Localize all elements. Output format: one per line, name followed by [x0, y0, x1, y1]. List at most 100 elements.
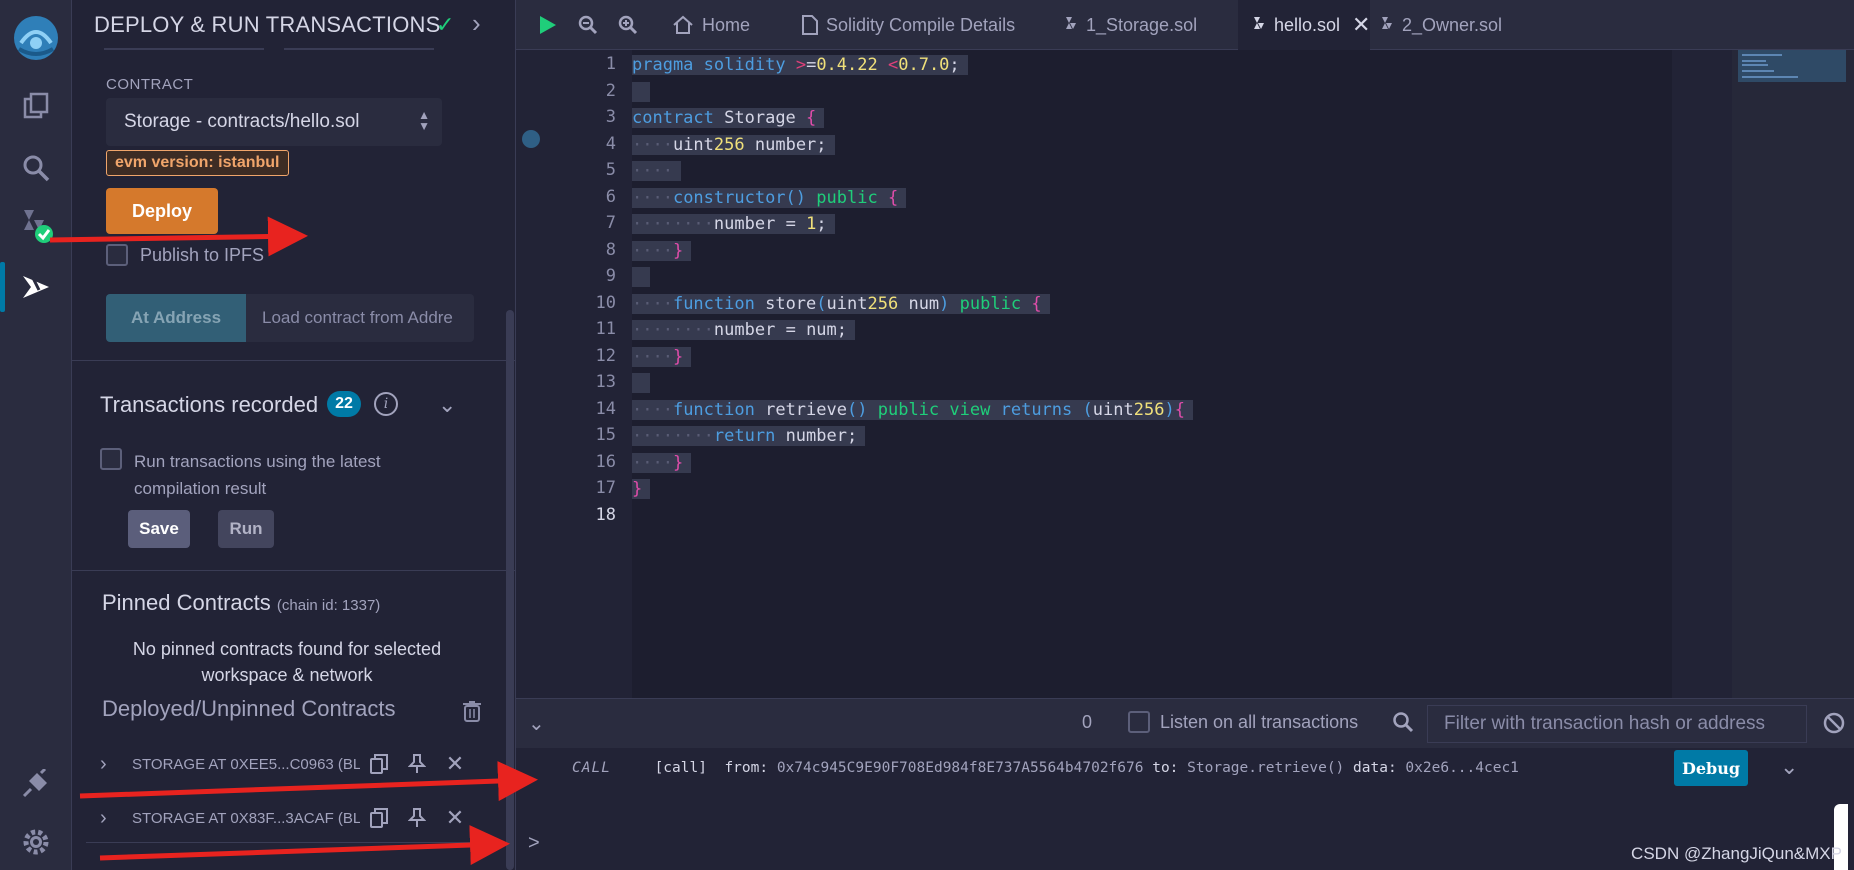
code-line-text [632, 267, 651, 287]
code-line[interactable]: ········number = num; [632, 317, 856, 343]
code-line[interactable]: ···· [632, 158, 681, 184]
close-icon[interactable]: ✕ [436, 805, 474, 831]
solidity-file-icon [1064, 15, 1078, 35]
code-line[interactable]: } [632, 476, 651, 502]
code-editor[interactable]: 1 2 3 4 5 6 7 8 9 10 11 12 13 14 15 16 17 18 pragma solid… [516, 50, 1854, 698]
deploy-run-icon[interactable] [0, 259, 72, 315]
run-script-button[interactable] [536, 0, 558, 50]
publish-ipfs-label: Publish to IPFS [140, 245, 265, 265]
line-number: 1 [605, 54, 616, 74]
deployed-contract-row[interactable]: › STORAGE AT 0XEE5...C0963 (BL ✕ [86, 742, 486, 786]
minimap-line [1742, 64, 1768, 66]
transaction-filter-input[interactable]: Filter with transaction hash or address [1427, 705, 1807, 743]
pin-icon[interactable] [398, 754, 436, 774]
collapse-terminal-icon[interactable]: ⌄ [528, 711, 545, 736]
evm-version-badge: evm version: istanbul [106, 150, 289, 176]
log-data-value: 0x2e6...4cec1 [1405, 760, 1519, 776]
section-divider [72, 360, 515, 361]
load-address-input[interactable]: Load contract from Addre [246, 294, 474, 342]
publish-ipfs-checkbox[interactable] [106, 244, 128, 266]
close-tab-icon[interactable]: ✕ [1352, 12, 1370, 38]
code-line[interactable]: ····function retrieve() public view retu… [632, 397, 1193, 423]
icon-rail [0, 0, 72, 870]
listen-all-checkbox[interactable] [1128, 711, 1150, 733]
breakpoint-marker[interactable] [522, 130, 540, 148]
line-number: 5 [605, 160, 616, 180]
search-icon[interactable] [0, 140, 72, 196]
call-log-entry[interactable]: CALL [call] from: 0x74c945C9E90F708Ed984… [572, 760, 1519, 776]
at-address-button[interactable]: At Address [106, 294, 246, 342]
run-latest-checkbox[interactable] [100, 448, 122, 470]
file-explorer-icon[interactable] [0, 78, 72, 134]
code-line[interactable]: ····} [632, 450, 692, 476]
tab-1-storage-label: 1_Storage.sol [1086, 14, 1198, 35]
copy-icon[interactable] [360, 808, 398, 828]
code-line[interactable]: contract Storage { [632, 105, 825, 131]
code-line[interactable]: ····constructor() public { [632, 185, 907, 211]
code-line[interactable]: ····function store(uint256 num) public { [632, 291, 1050, 317]
panel-scrollbar[interactable] [506, 310, 514, 870]
minimap-line [1742, 60, 1766, 62]
contract-select-value: Storage - contracts/hello.sol [124, 111, 360, 132]
deployed-contract-name: STORAGE AT 0X83F...3ACAF (BL [132, 809, 360, 827]
log-from-address: 0x74c945C9E90F708Ed984f8E737A5564b4702f6… [776, 760, 1144, 776]
minimap[interactable] [1732, 50, 1854, 698]
code-line[interactable]: ····} [632, 238, 692, 264]
remix-logo-icon[interactable] [0, 6, 72, 70]
line-number: 8 [605, 239, 616, 260]
code-line-text: pragma solidity >=0.4.22 <0.7.0; [632, 55, 968, 75]
code-line-text: ········number = 1; [632, 214, 835, 234]
code-line[interactable]: pragma solidity >=0.4.22 <0.7.0; [632, 52, 968, 78]
tab-hello-sol-label: hello.sol [1274, 14, 1341, 35]
pin-icon[interactable] [398, 808, 436, 828]
line-number: 18 [595, 504, 616, 525]
zoom-in-icon[interactable] [618, 0, 638, 50]
line-number: 10 [595, 292, 616, 313]
tab-1-storage[interactable]: 1_Storage.sol [1064, 0, 1197, 50]
close-icon[interactable]: ✕ [436, 751, 474, 777]
log-from-label: from: [724, 760, 769, 776]
chevron-right-icon[interactable]: › [472, 8, 481, 39]
code-line[interactable]: ········return number; [632, 423, 866, 449]
deploy-button[interactable]: Deploy [106, 188, 218, 234]
line-number: 16 [595, 451, 616, 472]
zoom-out-icon[interactable] [578, 0, 598, 50]
terminal-prompt[interactable]: > [528, 832, 540, 855]
code-line[interactable]: ····uint256 number; [632, 132, 835, 158]
code-line-text: ····function store(uint256 num) public { [632, 293, 1050, 314]
code-line-text: ····uint256 number; [632, 134, 835, 155]
checkmark-icon: ✓ [436, 12, 455, 37]
tab-home[interactable]: Home [672, 0, 750, 50]
chevron-right-icon[interactable]: › [100, 753, 122, 776]
deployed-contract-row[interactable]: › STORAGE AT 0X83F...3ACAF (BL ✕ [86, 796, 486, 840]
info-icon[interactable]: i [374, 392, 398, 416]
solidity-compiler-icon[interactable] [0, 196, 72, 252]
expand-log-chevron-icon[interactable]: ⌄ [1780, 754, 1798, 780]
chevron-down-icon[interactable]: ⌄ [438, 392, 456, 418]
code-line-text: contract Storage { [632, 108, 825, 128]
code-line[interactable] [632, 79, 651, 105]
plugin-manager-icon[interactable] [0, 756, 72, 812]
row-divider [86, 842, 486, 843]
code-line[interactable]: ····} [632, 344, 692, 370]
save-button[interactable]: Save [128, 510, 190, 548]
run-button[interactable]: Run [218, 510, 274, 548]
contract-select[interactable]: Storage - contracts/hello.sol ▲ ▼ [106, 98, 442, 146]
settings-gear-icon[interactable] [0, 814, 72, 870]
code-line-text: } [632, 479, 651, 499]
trash-icon[interactable] [462, 700, 482, 727]
code-line[interactable] [632, 264, 651, 290]
code-line-text: ····} [632, 452, 692, 473]
copy-icon[interactable] [360, 754, 398, 774]
tab-compile-details[interactable]: Solidity Compile Details [802, 0, 1015, 50]
tab-2-owner[interactable]: 2_Owner.sol [1380, 0, 1502, 50]
search-icon [1392, 711, 1414, 738]
debug-button[interactable]: Debug [1674, 750, 1748, 786]
minimap-line [1742, 70, 1774, 72]
code-line[interactable]: ········number = 1; [632, 211, 835, 237]
tab-hello-sol[interactable]: hello.sol ✕ [1238, 0, 1370, 50]
line-number: 15 [595, 425, 616, 445]
clear-console-icon[interactable] [1822, 711, 1846, 740]
chevron-right-icon[interactable]: › [100, 807, 122, 830]
code-line[interactable] [632, 370, 651, 396]
